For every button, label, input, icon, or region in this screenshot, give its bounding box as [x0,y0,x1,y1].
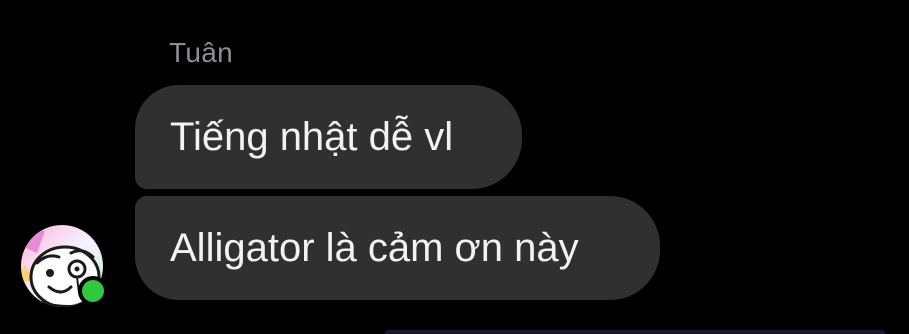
message-bubble[interactable]: Alligator là cảm ơn này [135,196,660,300]
message-text: Alligator là cảm ơn này [170,226,579,270]
sender-name: Tuân [169,37,233,68]
message-bubble[interactable]: Tiếng nhật dễ vl [135,85,522,189]
message-composer-edge [385,330,885,334]
online-status-icon [78,276,108,306]
message-thread: Tuân Tiếng nhật dễ vl Alligator là cảm ơ… [0,0,909,334]
message-text: Tiếng nhật dễ vl [170,115,454,159]
